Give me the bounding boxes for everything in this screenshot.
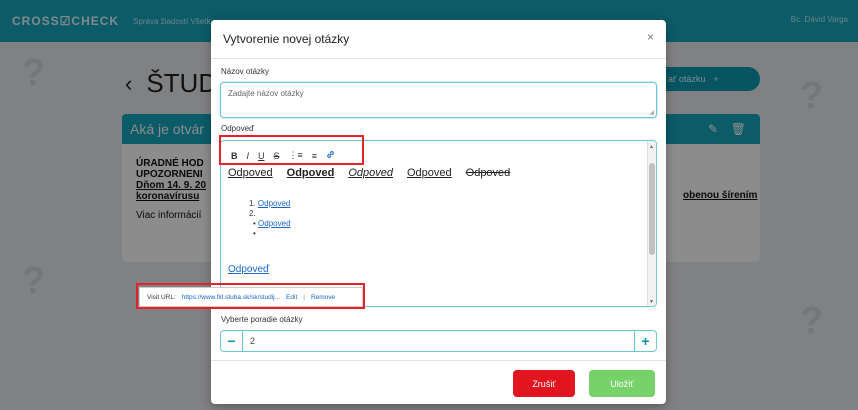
list-item: • Odpoved bbox=[249, 219, 291, 229]
bullet-icon: • bbox=[253, 229, 256, 238]
divider bbox=[211, 360, 666, 361]
question-name-placeholder: Zadajte názov otázky bbox=[228, 89, 304, 98]
scroll-down-icon[interactable]: ▼ bbox=[649, 299, 654, 305]
list-item-link[interactable]: Odpoved bbox=[258, 199, 290, 208]
order-value[interactable]: 2 bbox=[243, 336, 255, 346]
resize-handle-icon[interactable]: ◢ bbox=[649, 109, 654, 116]
cancel-button[interactable]: Zrušiť bbox=[513, 370, 575, 397]
divider bbox=[211, 58, 666, 59]
list-item-link[interactable]: Odpoved bbox=[258, 219, 290, 228]
editor-text-underline: Odpoved bbox=[406, 167, 452, 179]
increment-button[interactable]: + bbox=[634, 331, 656, 351]
order-label: Vyberte poradie otázky bbox=[221, 315, 303, 324]
editor-formatted-line: Odpoved Odpoved Odpoved Odpoved Odpoved bbox=[228, 167, 510, 179]
close-icon[interactable]: × bbox=[647, 30, 654, 44]
list-item: • bbox=[249, 229, 291, 239]
editor-scrollbar[interactable]: ▲ ▼ bbox=[647, 141, 656, 306]
save-button[interactable]: Uložiť bbox=[589, 370, 655, 397]
scroll-thumb[interactable] bbox=[649, 163, 655, 255]
modal-title: Vytvorenie novej otázky bbox=[223, 32, 350, 46]
order-stepper: − 2 + bbox=[220, 330, 657, 352]
editor-text-bold: Odpoved bbox=[286, 167, 335, 179]
highlight-box-tooltip bbox=[136, 283, 365, 309]
decrement-button[interactable]: − bbox=[221, 331, 243, 351]
list-item: 1. Odpoved bbox=[249, 199, 291, 209]
answer-rich-editor[interactable]: B I U S ⋮≡ ≡ Odpoved Odpoved Odpoved Odp… bbox=[220, 140, 657, 307]
create-question-modal: Vytvorenie novej otázky × Názov otázky Z… bbox=[211, 20, 666, 404]
highlight-box-toolbar bbox=[219, 135, 364, 165]
question-name-label: Názov otázky bbox=[221, 67, 270, 76]
question-name-input[interactable]: Zadajte názov otázky ◢ bbox=[220, 82, 657, 118]
bullet-icon: • bbox=[253, 219, 256, 228]
editor-text-strike: Odpoved bbox=[465, 167, 511, 179]
editor-link-text[interactable]: Odpoveď bbox=[228, 264, 269, 275]
scroll-up-icon[interactable]: ▲ bbox=[649, 144, 654, 150]
list-item: 2. bbox=[249, 209, 291, 219]
answer-label: Odpoveď bbox=[221, 124, 254, 133]
editor-text-plain: Odpoved bbox=[228, 167, 273, 179]
editor-text-italic: Odpoved bbox=[348, 167, 393, 179]
editor-lists: 1. Odpoved 2. • Odpoved • bbox=[249, 199, 291, 239]
list-number: 2. bbox=[249, 209, 256, 218]
list-number: 1. bbox=[249, 199, 256, 208]
